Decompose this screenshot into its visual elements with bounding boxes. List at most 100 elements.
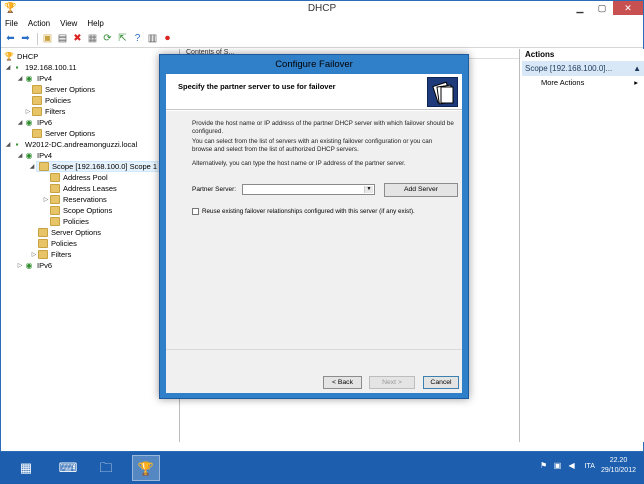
language-indicator[interactable]: ITA: [585, 463, 595, 470]
system-tray: ⚑ ▣ ◀ ITA 22.20 29/10/2012: [539, 456, 636, 476]
partner-server-combobox[interactable]: ▼: [242, 184, 375, 195]
reuse-relationships-option[interactable]: Reuse existing failover relationships co…: [192, 208, 415, 215]
menu-action[interactable]: Action: [28, 19, 50, 28]
reuse-relationships-checkbox[interactable]: [192, 208, 199, 215]
actions-scope-section[interactable]: Scope [192.168.100.0]... ▲: [522, 61, 644, 76]
instruction-text-2: You can select from the list of servers …: [192, 138, 433, 153]
collapse-icon[interactable]: ◢: [16, 152, 24, 159]
title-bar: 🏆 DHCP ▁ ▢ ✕: [1, 1, 643, 17]
clock-time: 22.20: [609, 457, 628, 464]
dhcp-root-icon: 🏆: [4, 52, 14, 61]
menu-bar: File Action View Help: [1, 17, 643, 30]
network-icon[interactable]: ▣: [553, 461, 563, 471]
submenu-arrow-icon: ▸: [634, 78, 638, 87]
tree-item-reservations[interactable]: ▷ Reservations: [42, 194, 107, 205]
tree-item-address-pool[interactable]: Address Pool: [50, 172, 108, 183]
tree-item-server1-ipv4[interactable]: ◢ ◉ IPv4: [16, 73, 52, 84]
tree-item-server2-server-options[interactable]: Server Options: [38, 227, 101, 238]
folder-icon: [32, 96, 42, 105]
refresh-icon[interactable]: ⟳: [101, 32, 114, 45]
dialog-header: Specify the partner server to use for fa…: [166, 74, 462, 110]
tree-item-scope[interactable]: ◢ Scope [192.168.100.0] Scope 1: [28, 161, 161, 172]
server-manager-icon[interactable]: ▦: [12, 455, 40, 481]
tree-item-address-leases[interactable]: Address Leases: [50, 183, 117, 194]
tree-item-scope-options[interactable]: Scope Options: [50, 205, 112, 216]
scope-folder-icon: [39, 162, 49, 171]
back-button[interactable]: < Back: [323, 376, 362, 389]
file-explorer-icon[interactable]: 🗀: [92, 455, 120, 481]
failover-wizard-icon: [427, 77, 458, 107]
tree-item-server1[interactable]: ◢ ▪ 192.168.100.11: [4, 62, 77, 73]
show-hide-action-pane-icon[interactable]: ▥: [146, 32, 159, 45]
properties-icon[interactable]: ▦: [86, 32, 99, 45]
configure-failover-dialog: Configure Failover Specify the partner s…: [159, 54, 469, 399]
tree-item-server2-ipv4[interactable]: ◢ ◉ IPv4: [16, 150, 52, 161]
tree-item-server2[interactable]: ◢ ▪ W2012-DC.andreamonguzzi.local: [4, 139, 137, 150]
cancel-button[interactable]: Cancel: [423, 376, 459, 389]
forward-arrow-icon[interactable]: ➡: [19, 32, 32, 45]
expand-icon[interactable]: ▷: [16, 262, 24, 269]
clock[interactable]: 22.20 29/10/2012: [601, 456, 636, 476]
dialog-title: Configure Failover: [275, 59, 353, 70]
volume-icon[interactable]: ◀: [567, 461, 577, 471]
tree-item-server2-policies[interactable]: Policies: [38, 238, 77, 249]
dropdown-arrow-icon[interactable]: ▼: [364, 186, 373, 193]
collapse-icon[interactable]: ◢: [4, 141, 12, 148]
powershell-icon[interactable]: ⌨: [54, 455, 82, 481]
ipv4-icon: ◉: [25, 151, 33, 160]
dialog-header-text: Specify the partner server to use for fa…: [178, 82, 336, 91]
dhcp-taskbar-icon[interactable]: 🏆: [132, 455, 160, 481]
instruction-text-3: Alternatively, you can type the host nam…: [192, 160, 406, 167]
tree-item-server2-filters[interactable]: ▷ Filters: [30, 249, 71, 260]
maximize-button[interactable]: ▢: [591, 1, 613, 15]
back-arrow-icon[interactable]: ⬅: [4, 32, 17, 45]
server-icon: ▪: [15, 63, 19, 72]
action-center-icon[interactable]: ⚑: [539, 461, 549, 471]
folder-icon: [50, 184, 60, 193]
minimize-button[interactable]: ▁: [569, 1, 591, 15]
more-actions-item[interactable]: More Actions ▸: [522, 76, 644, 90]
export-list-icon[interactable]: ⇱: [116, 32, 129, 45]
ipv6-icon: ◉: [25, 261, 33, 270]
collapse-icon[interactable]: ◢: [16, 75, 24, 82]
menu-help[interactable]: Help: [87, 19, 103, 28]
delete-icon[interactable]: ✖: [71, 32, 84, 45]
up-folder-icon[interactable]: ▣: [41, 32, 54, 45]
folder-icon: [50, 217, 60, 226]
collapse-up-icon[interactable]: ▲: [633, 61, 641, 76]
collapse-icon[interactable]: ◢: [16, 119, 24, 126]
tree-item-server1-ipv6-server-options[interactable]: Server Options: [32, 128, 95, 139]
next-button[interactable]: Next >: [369, 376, 415, 389]
help-icon[interactable]: ?: [131, 32, 144, 45]
dialog-footer: < Back Next > Cancel: [166, 349, 462, 393]
window-title: DHCP: [307, 3, 337, 14]
filter-folder-icon: [32, 107, 42, 116]
tree-item-server1-server-options[interactable]: Server Options: [32, 84, 95, 95]
tree-item-server1-filters[interactable]: ▷ Filters: [24, 106, 65, 117]
filter-folder-icon: [38, 250, 48, 259]
show-hide-tree-icon[interactable]: ▤: [56, 32, 69, 45]
folder-icon: [50, 195, 60, 204]
tree-item-server1-ipv6[interactable]: ◢ ◉ IPv6: [16, 117, 52, 128]
folder-icon: [50, 173, 60, 182]
expand-icon[interactable]: ▷: [30, 251, 38, 258]
tree-item-scope-policies[interactable]: Policies: [50, 216, 89, 227]
add-server-button[interactable]: Add Server: [384, 183, 458, 197]
expand-icon[interactable]: ▷: [42, 196, 50, 203]
close-button[interactable]: ✕: [613, 1, 643, 15]
folder-icon: [32, 129, 42, 138]
ipv6-icon: ◉: [25, 118, 33, 127]
menu-file[interactable]: File: [5, 19, 18, 28]
stop-service-icon[interactable]: ⏺: [161, 32, 174, 45]
expand-icon[interactable]: ▷: [24, 108, 32, 115]
console-tree: 🏆 DHCP ◢ ▪ 192.168.100.11 ◢ ◉ IPv4 Serve…: [2, 49, 180, 442]
tree-item-server2-ipv6[interactable]: ▷ ◉ IPv6: [16, 260, 52, 271]
toolbar: ⬅ ➡ ▣ ▤ ✖ ▦ ⟳ ⇱ ? ▥ ⏺: [1, 30, 643, 48]
menu-view[interactable]: View: [60, 19, 77, 28]
partner-server-label: Partner Server:: [192, 186, 237, 193]
tree-item-server1-policies[interactable]: Policies: [32, 95, 71, 106]
taskbar: ▦ ⌨ 🗀 🏆 ⚑ ▣ ◀ ITA 22.20 29/10/2012: [0, 452, 644, 484]
collapse-icon[interactable]: ◢: [28, 163, 36, 170]
tree-item-dhcp[interactable]: 🏆 DHCP: [4, 51, 38, 62]
collapse-icon[interactable]: ◢: [4, 64, 12, 71]
